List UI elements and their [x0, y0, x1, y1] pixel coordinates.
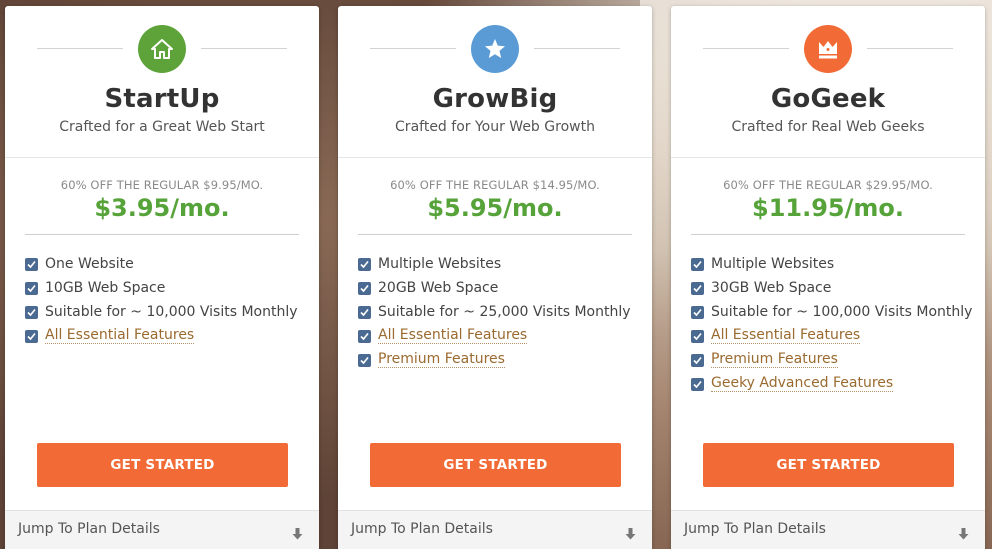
- plan-body: 60% OFF THE REGULAR $29.95/MO. $11.95/mo…: [671, 158, 985, 516]
- feature-item: 30GB Web Space: [691, 276, 972, 300]
- pricing-cards: StartUp Crafted for a Great Web Start 60…: [0, 0, 992, 549]
- plan-body: 60% OFF THE REGULAR $14.95/MO. $5.95/mo.…: [338, 158, 652, 516]
- feature-item: One Website: [25, 252, 298, 276]
- plan-name: GoGeek: [770, 84, 886, 114]
- get-started-button[interactable]: GET STARTED: [703, 443, 954, 487]
- plan-body: 60% OFF THE REGULAR $9.95/MO. $3.95/mo. …: [5, 158, 319, 516]
- feature-label: Suitable for ~ 25,000 Visits Monthly: [378, 304, 631, 320]
- checkbox-icon: [358, 353, 371, 367]
- feature-item: Suitable for ~ 25,000 Visits Monthly: [358, 300, 631, 324]
- plan-card-startup: StartUp Crafted for a Great Web Start 60…: [5, 6, 319, 549]
- feature-list: One Website 10GB Web Space Suitable for …: [25, 252, 298, 348]
- feature-item: Premium Features: [358, 348, 631, 372]
- feature-link[interactable]: Premium Features: [711, 352, 838, 368]
- feature-item: All Essential Features: [358, 324, 631, 348]
- checkbox-icon: [691, 305, 704, 319]
- header-rule-left: [37, 48, 123, 49]
- feature-link[interactable]: All Essential Features: [378, 328, 528, 344]
- get-started-button[interactable]: GET STARTED: [37, 443, 288, 487]
- crown-icon: [804, 25, 852, 73]
- arrow-down-icon[interactable]: [958, 525, 969, 544]
- feature-label: Suitable for ~ 100,000 Visits Monthly: [711, 304, 973, 320]
- plan-price: $11.95/mo.: [752, 194, 904, 222]
- checkbox-icon: [691, 377, 704, 391]
- checkbox-icon: [691, 281, 704, 295]
- plan-card-gogeek: GoGeek Crafted for Real Web Geeks 60% OF…: [671, 6, 985, 549]
- plan-details-toggle[interactable]: Jump To Plan Details: [671, 510, 985, 549]
- regular-price-note: 60% OFF THE REGULAR $29.95/MO.: [723, 178, 933, 192]
- feature-item: All Essential Features: [25, 324, 298, 348]
- feature-link[interactable]: All Essential Features: [711, 328, 861, 344]
- checkbox-icon: [358, 281, 371, 295]
- home-icon: [138, 25, 186, 73]
- jump-to-details-label[interactable]: Jump To Plan Details: [18, 521, 160, 537]
- checkbox-icon: [691, 257, 704, 271]
- feature-item: 20GB Web Space: [358, 276, 631, 300]
- checkbox-icon: [358, 329, 371, 343]
- feature-item: Suitable for ~ 100,000 Visits Monthly: [691, 300, 972, 324]
- feature-item: Multiple Websites: [358, 252, 631, 276]
- star-icon: [471, 25, 519, 73]
- feature-item: Multiple Websites: [691, 252, 972, 276]
- plan-details-toggle[interactable]: Jump To Plan Details: [338, 510, 652, 549]
- checkbox-icon: [25, 281, 38, 295]
- price-divider: [25, 234, 299, 235]
- checkbox-icon: [25, 329, 38, 343]
- plan-tagline: Crafted for Your Web Growth: [395, 119, 595, 135]
- checkbox-icon: [691, 353, 704, 367]
- feature-item: Premium Features: [691, 348, 972, 372]
- feature-item: Suitable for ~ 10,000 Visits Monthly: [25, 300, 298, 324]
- plan-card-growbig: GrowBig Crafted for Your Web Growth 60% …: [338, 6, 652, 549]
- feature-label: Multiple Websites: [378, 256, 502, 272]
- header-rule-right: [534, 48, 620, 49]
- feature-label: One Website: [45, 256, 134, 272]
- price-divider: [358, 234, 632, 235]
- plan-header: StartUp Crafted for a Great Web Start: [5, 6, 319, 158]
- feature-item: All Essential Features: [691, 324, 972, 348]
- plan-name: GrowBig: [432, 84, 558, 114]
- feature-list: Multiple Websites 20GB Web Space Suitabl…: [358, 252, 631, 372]
- arrow-down-icon[interactable]: [292, 525, 303, 544]
- header-rule-left: [370, 48, 456, 49]
- feature-label: Multiple Websites: [711, 256, 835, 272]
- feature-link[interactable]: Premium Features: [378, 352, 505, 368]
- arrow-down-icon[interactable]: [625, 525, 636, 544]
- checkbox-icon: [25, 305, 38, 319]
- plan-price: $3.95/mo.: [94, 194, 230, 222]
- feature-link[interactable]: All Essential Features: [45, 328, 195, 344]
- get-started-button[interactable]: GET STARTED: [370, 443, 621, 487]
- checkbox-icon: [25, 257, 38, 271]
- feature-label: Suitable for ~ 10,000 Visits Monthly: [45, 304, 298, 320]
- regular-price-note: 60% OFF THE REGULAR $14.95/MO.: [390, 178, 600, 192]
- plan-tagline: Crafted for a Great Web Start: [59, 119, 265, 135]
- plan-name: StartUp: [104, 84, 220, 114]
- feature-label: 30GB Web Space: [711, 280, 832, 296]
- checkbox-icon: [358, 257, 371, 271]
- feature-item: 10GB Web Space: [25, 276, 298, 300]
- regular-price-note: 60% OFF THE REGULAR $9.95/MO.: [60, 178, 264, 192]
- checkbox-icon: [358, 305, 371, 319]
- price-divider: [691, 234, 965, 235]
- plan-header: GrowBig Crafted for Your Web Growth: [338, 6, 652, 158]
- feature-item: Geeky Advanced Features: [691, 372, 972, 396]
- feature-link[interactable]: Geeky Advanced Features: [711, 376, 894, 392]
- feature-list: Multiple Websites 30GB Web Space Suitabl…: [691, 252, 972, 396]
- checkbox-icon: [691, 329, 704, 343]
- feature-label: 20GB Web Space: [378, 280, 499, 296]
- header-rule-left: [703, 48, 789, 49]
- header-rule-right: [867, 48, 953, 49]
- header-rule-right: [201, 48, 287, 49]
- jump-to-details-label[interactable]: Jump To Plan Details: [351, 521, 493, 537]
- plan-header: GoGeek Crafted for Real Web Geeks: [671, 6, 985, 158]
- plan-details-toggle[interactable]: Jump To Plan Details: [5, 510, 319, 549]
- plan-price: $5.95/mo.: [427, 194, 563, 222]
- feature-label: 10GB Web Space: [45, 280, 166, 296]
- plan-tagline: Crafted for Real Web Geeks: [731, 119, 925, 135]
- jump-to-details-label[interactable]: Jump To Plan Details: [684, 521, 826, 537]
